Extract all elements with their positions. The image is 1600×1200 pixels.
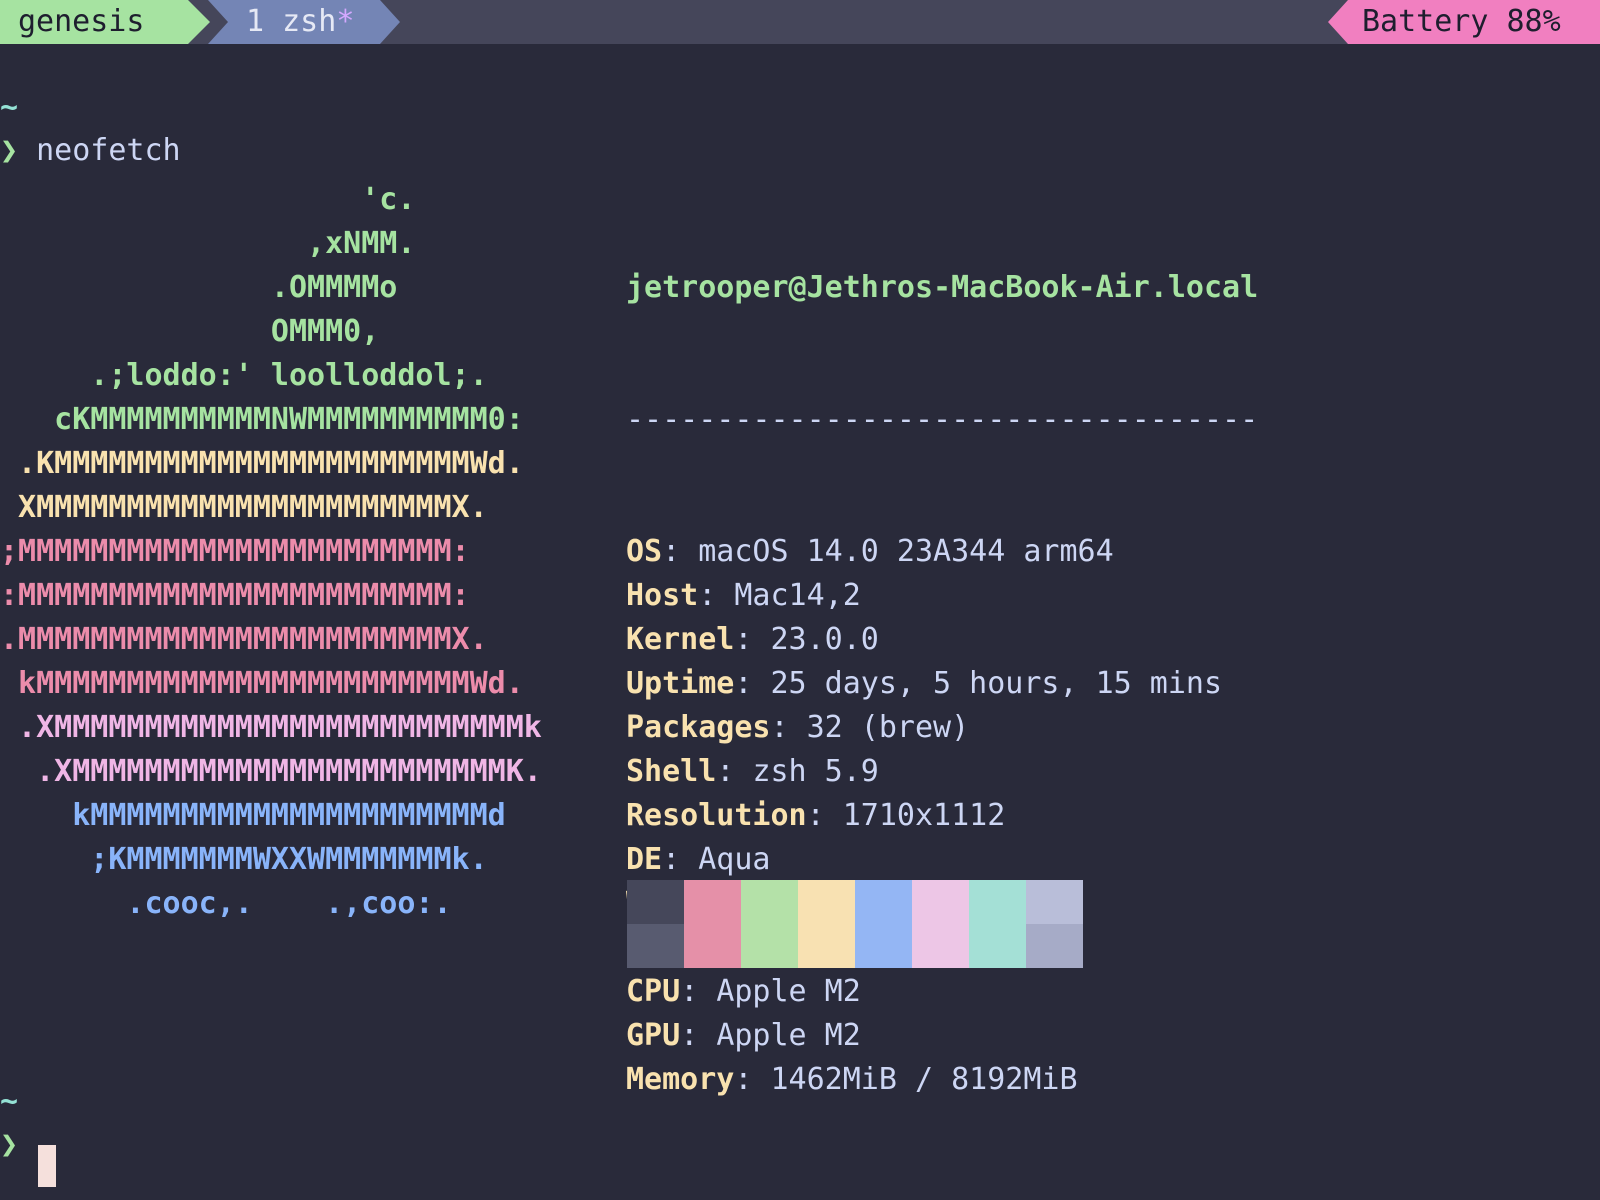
color-swatch [798, 880, 855, 924]
info-key: Packages [626, 710, 771, 745]
logo-line: kMMMMMMMMMMMMMMMMMMMMMMMMWd. [0, 666, 524, 701]
window-index: 1 [246, 4, 265, 39]
info-key: Kernel [626, 622, 735, 657]
info-key: DE [626, 842, 663, 877]
logo-line: .;loddo:' loolloddol;. [0, 358, 488, 393]
color-swatch [627, 924, 684, 968]
logo-line: kMMMMMMMMMMMMMMMMMMMMMMd [0, 798, 506, 833]
info-value: Apple M2 [716, 1018, 861, 1053]
color-swatch [855, 924, 912, 968]
info-value: 23.0.0 [770, 622, 879, 657]
info-key: Shell [626, 754, 717, 789]
info-row: Packages: 32 (brew) [626, 710, 970, 745]
info-value: 32 (brew) [806, 710, 970, 745]
tmux-window-tab[interactable]: 1 zsh* [208, 0, 400, 44]
color-swatch [684, 924, 741, 968]
logo-line: ,xNMM. [0, 226, 416, 261]
logo-line: cKMMMMMMMMMMNWMMMMMMMMMM0: [0, 402, 524, 437]
info-separator: ----------------------------------- [626, 402, 1259, 437]
logo-line: .cooc,. .,coo:. [0, 886, 452, 921]
logo-line: ;KMMMMMMMWXXWMMMMMMMk. [0, 842, 488, 877]
color-palette [627, 880, 1083, 968]
info-key: Memory [626, 1062, 735, 1097]
info-row: GPU: Apple M2 [626, 1018, 861, 1053]
logo-line: ;MMMMMMMMMMMMMMMMMMMMMMMM: [0, 534, 470, 569]
terminal-cursor[interactable] [38, 1145, 56, 1187]
color-swatch [1026, 880, 1083, 924]
color-swatch [627, 880, 684, 924]
color-swatch [798, 924, 855, 968]
prompt-chevron-icon-2: ❯ [0, 1127, 19, 1162]
prompt-line: ❯ neofetch [0, 131, 181, 171]
logo-line: OMMM0, [0, 314, 380, 349]
info-row: OS: macOS 14.0 23A344 arm64 [626, 534, 1114, 569]
prompt-line-2: ❯ [0, 1125, 18, 1165]
logo-line: .KMMMMMMMMMMMMMMMMMMMMMMMWd. [0, 446, 524, 481]
info-row: Host: Mac14,2 [626, 578, 861, 613]
info-value: 25 days, 5 hours, 15 mins [770, 666, 1223, 701]
user-host: jetrooper@Jethros-MacBook-Air.local [626, 270, 1259, 305]
prompt-directory: ~ [0, 90, 19, 125]
logo-line: .XMMMMMMMMMMMMMMMMMMMMMMMMMMk [0, 710, 542, 745]
info-value: 1462MiB / 8192MiB [770, 1062, 1078, 1097]
info-row: CPU: Apple M2 [626, 974, 861, 1009]
color-swatch [741, 924, 798, 968]
info-row: DE: Aqua [626, 842, 771, 877]
info-key: Uptime [626, 666, 735, 701]
logo-line: 'c. [0, 182, 416, 217]
logo-line: .MMMMMMMMMMMMMMMMMMMMMMMMX. [0, 622, 488, 657]
color-swatch [969, 880, 1026, 924]
info-value: Aqua [698, 842, 771, 877]
info-row: Resolution: 1710x1112 [626, 798, 1006, 833]
info-key: CPU [626, 974, 681, 1009]
info-value: macOS 14.0 23A344 arm64 [698, 534, 1114, 569]
terminal-window[interactable]: genesis 1 zsh* Battery 88% ~ ❯ neofetch … [0, 0, 1600, 1200]
info-key: Host [626, 578, 699, 613]
info-row: Kernel: 23.0.0 [626, 622, 879, 657]
prompt-chevron-icon: ❯ [0, 133, 19, 168]
logo-line: .OMMMMo [0, 270, 398, 305]
info-key: OS [626, 534, 663, 569]
info-value: zsh 5.9 [752, 754, 879, 789]
tmux-session-name[interactable]: genesis [0, 0, 210, 44]
tmux-status-bar: genesis 1 zsh* Battery 88% [0, 0, 1600, 44]
command-text: neofetch [36, 133, 181, 168]
info-value: 1710x1112 [842, 798, 1006, 833]
window-name: zsh [282, 4, 337, 39]
logo-line: :MMMMMMMMMMMMMMMMMMMMMMMM: [0, 578, 470, 613]
color-swatch [684, 880, 741, 924]
info-value: Apple M2 [716, 974, 861, 1009]
info-row: Shell: zsh 5.9 [626, 754, 879, 789]
logo-line: XMMMMMMMMMMMMMMMMMMMMMMMX. [0, 490, 488, 525]
color-swatch [1026, 924, 1083, 968]
info-key: GPU [626, 1018, 681, 1053]
info-value: Mac14,2 [734, 578, 861, 613]
color-swatch [855, 880, 912, 924]
info-row: Memory: 1462MiB / 8192MiB [626, 1062, 1078, 1097]
apple-ascii-logo: 'c. ,xNMM. .OMMMMo OMMM0, .;loddo:' lool… [0, 178, 542, 926]
color-swatch [912, 880, 969, 924]
color-swatch [741, 880, 798, 924]
window-active-flag: * [336, 4, 355, 39]
battery-status: Battery 88% [1328, 0, 1600, 44]
prompt-directory-2: ~ [0, 1084, 19, 1119]
info-row: Uptime: 25 days, 5 hours, 15 mins [626, 666, 1223, 701]
color-swatch [969, 924, 1026, 968]
info-key: Resolution [626, 798, 807, 833]
color-swatch [912, 924, 969, 968]
logo-line: .XMMMMMMMMMMMMMMMMMMMMMMMMK. [0, 754, 542, 789]
